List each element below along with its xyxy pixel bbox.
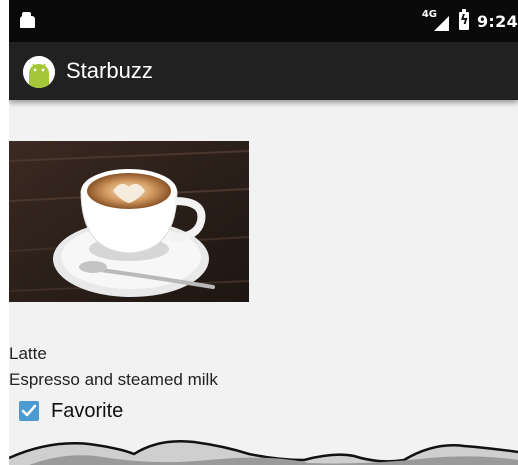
favorite-checkbox[interactable] [19,401,39,421]
network-type-label: 4G [421,8,437,20]
phone-screen: 4G 9:24 Starbuzz [9,0,518,465]
android-icon [23,56,55,88]
favorite-label: Favorite [51,399,124,422]
favorite-checkbox-row[interactable]: Favorite [19,398,123,424]
status-indicators: 4G 9:24 [422,0,518,42]
app-title: Starbuzz [66,58,153,83]
battery-charging-icon [459,9,469,30]
drink-description: Espresso and steamed milk [9,370,218,389]
status-clock: 9:24 [477,11,518,31]
app-bar: Starbuzz [9,42,518,100]
checkmark-icon [21,404,37,417]
decorative-hills [9,430,518,465]
latte-coffee-cup-image [9,141,250,302]
drink-name: Latte [9,344,47,363]
sim-icon [20,12,35,28]
status-bar: 4G 9:24 [9,0,518,42]
